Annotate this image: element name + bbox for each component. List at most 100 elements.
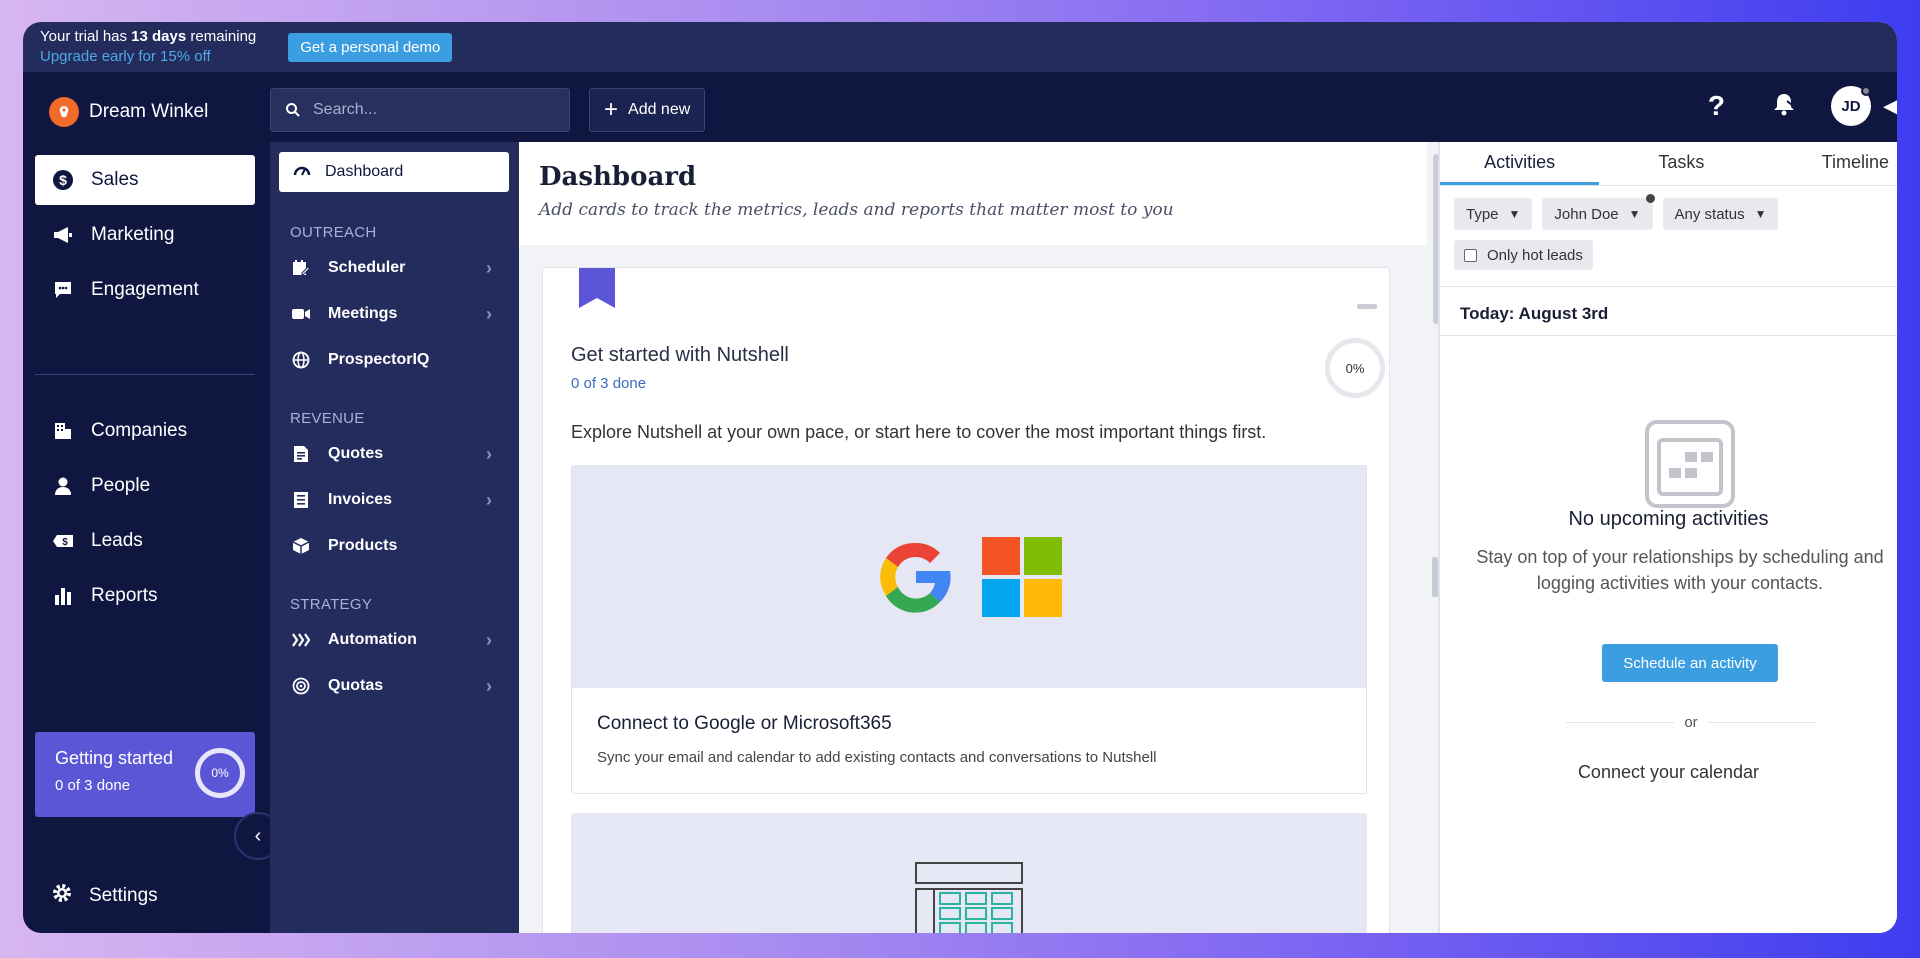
sidebar-item-engagement[interactable]: Engagement [35,265,255,315]
schedule-activity-button[interactable]: Schedule an activity [1602,644,1778,682]
filter-status[interactable]: Any status ▼ [1662,198,1779,230]
add-new-label: Add new [628,101,691,118]
sidebar-item-label: Marketing [91,224,175,245]
add-new-button[interactable]: + Add new [589,88,706,132]
getting-started-card[interactable]: Getting started 0 of 3 done 0% [35,732,255,817]
quote-doc-icon [290,445,312,463]
brand[interactable]: Dream Winkel [49,97,208,127]
main-content: Dashboard Add cards to track the metrics… [519,142,1443,933]
sidebar-item-marketing[interactable]: Marketing [35,210,255,260]
today-heading: Today: August 3rd [1460,304,1609,323]
subnav-item-prospectoriq[interactable]: ProspectorIQ [290,340,500,380]
avatar-initials: JD [1841,97,1861,115]
sidebar-item-settings[interactable]: Settings [51,882,158,910]
divider-line [1707,722,1816,723]
page-subtitle: Add cards to track the metrics, leads an… [539,200,1174,220]
subnav-label: Invoices [328,491,393,508]
bookmark-icon [579,268,615,308]
notification-bell-icon[interactable] [1771,91,1797,122]
help-icon[interactable]: ? [1708,90,1725,122]
subnav-item-meetings[interactable]: Meetings › [290,294,500,334]
chat-icon [51,280,75,300]
search-box[interactable] [270,88,570,132]
filter-user[interactable]: John Doe ▼ [1542,194,1655,230]
sidebar-item-people[interactable]: People [35,461,255,511]
search-input[interactable] [313,101,553,119]
secondary-navigation: Dashboard OUTREACH Scheduler › Meetings … [270,142,519,933]
or-text: or [1684,714,1698,731]
subnav-item-quotas[interactable]: Quotas › [290,666,500,706]
settings-label: Settings [89,885,158,906]
sidebar-item-label: Companies [91,420,188,441]
hot-leads-label: Only hot leads [1487,246,1583,264]
gauge-icon [293,163,311,182]
calendar-edit-icon [290,259,312,277]
subnav-item-quotes[interactable]: Quotes › [290,434,500,474]
getting-started-ring: 0% [195,748,245,798]
tab-tasks[interactable]: Tasks [1599,142,1763,185]
chevron-right-icon: › [486,257,492,278]
megaphone-icon[interactable]: ◀ [1883,93,1897,119]
sidebar-item-reports[interactable]: Reports [35,571,255,621]
invoice-icon [290,491,312,509]
building-icon [51,421,75,441]
subnav-label: Products [328,537,398,554]
top-right-icons: ? JD ◀ [1708,86,1897,126]
empty-state-description: Stay on top of your relationships by sch… [1476,547,1884,593]
main-sidebar: $ Sales Marketing Engagement Companies P… [23,142,282,933]
filter-label: John Doe [1554,205,1619,223]
app-window: Your trial has 13 days remaining Upgrade… [23,22,1897,933]
google-logo-icon [880,542,951,613]
get-started-card: Get started with Nutshell 0 of 3 done 0%… [542,267,1390,933]
trial-suffix: remaining [186,28,257,45]
trial-message: Your trial has 13 days remaining Upgrade… [40,27,256,67]
filter-type[interactable]: Type ▼ [1454,198,1533,230]
sidebar-item-leads[interactable]: $ Leads [35,516,255,566]
connect-google-microsoft-card[interactable]: Connect to Google or Microsoft365 Sync y… [571,465,1367,794]
panel-resize-handle[interactable] [1432,557,1438,597]
trial-days: 13 days [131,28,187,45]
getting-started-percent: 0% [211,766,229,780]
megaphone-icon [51,225,75,245]
svg-text:$: $ [59,172,67,188]
sidebar-item-label: People [91,475,151,496]
chevron-left-icon: ‹ [254,824,262,847]
subnav-item-products[interactable]: Products [290,526,500,566]
plus-icon: + [604,96,619,123]
section-strategy: STRATEGY [290,596,373,613]
card-description: Explore Nutshell at your own pace, or st… [571,422,1267,442]
personal-demo-button[interactable]: Get a personal demo [288,32,453,62]
card-title: Get started with Nutshell [571,344,789,366]
status-dot [1861,86,1871,96]
subnav-item-scheduler[interactable]: Scheduler › [290,248,500,288]
top-navigation: Dream Winkel + Add new ? JD ◀ [23,72,1897,142]
filter-label: Any status [1674,205,1745,223]
tab-timeline[interactable]: Timeline [1764,142,1897,185]
sidebar-divider [35,374,255,375]
subnav-label: Quotes [328,445,384,462]
hot-leads-checkbox[interactable] [1464,248,1477,262]
user-avatar[interactable]: JD [1831,86,1871,126]
next-step-card[interactable] [571,813,1367,933]
empty-state-title: No upcoming activities [1568,508,1769,530]
calendar-illustration-icon [915,862,1023,933]
hot-leads-toggle[interactable]: Only hot leads [1454,240,1593,270]
subnav-item-invoices[interactable]: Invoices › [290,480,500,520]
card-progress: 0 of 3 done [571,375,647,392]
subnav-item-dashboard[interactable]: Dashboard [279,152,509,192]
minimize-card-button[interactable] [1357,304,1377,309]
sidebar-item-sales[interactable]: $ Sales [35,155,255,205]
upgrade-link[interactable]: Upgrade early for 15% off [40,47,256,67]
subnav-label: Quotas [328,677,384,694]
sidebar-item-label: Engagement [91,279,199,300]
subnav-item-automation[interactable]: Automation › [290,620,500,660]
chevron-right-icon: › [486,629,492,650]
chevron-right-icon: › [486,489,492,510]
tab-activities[interactable]: Activities [1440,142,1600,185]
page-title: Dashboard [539,162,697,192]
person-icon [51,476,75,496]
sidebar-item-label: Leads [91,530,143,551]
sidebar-item-companies[interactable]: Companies [35,406,255,456]
bar-chart-icon [51,586,75,606]
connect-calendar-link[interactable]: Connect your calendar [1440,762,1897,783]
